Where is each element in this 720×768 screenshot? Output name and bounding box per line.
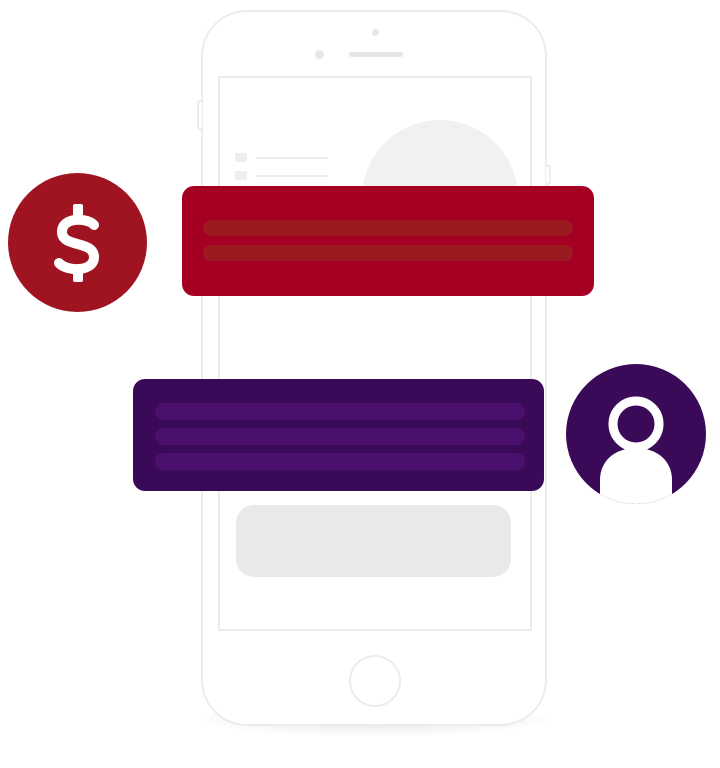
message-text-line [203, 245, 573, 261]
message-card-red [182, 186, 594, 296]
user-icon [600, 396, 672, 504]
message-text-line [203, 220, 573, 236]
user-avatar [566, 364, 706, 504]
phone-camera [315, 50, 324, 59]
message-text-line [155, 453, 525, 470]
list-bullet [235, 153, 247, 162]
list-bullet [235, 171, 247, 180]
phone-home-button [349, 655, 401, 707]
payment-badge [8, 173, 147, 312]
phone-speaker [349, 52, 403, 57]
message-text-line [155, 428, 525, 445]
list-line [256, 175, 328, 177]
phone-side-button [197, 100, 202, 130]
phone-side-button-right [546, 165, 551, 185]
screen-button-placeholder [236, 505, 511, 577]
message-text-line [155, 403, 525, 420]
dollar-icon [53, 203, 99, 282]
message-card-purple [133, 379, 544, 491]
list-line [256, 157, 328, 159]
phone-sensor [372, 29, 379, 36]
